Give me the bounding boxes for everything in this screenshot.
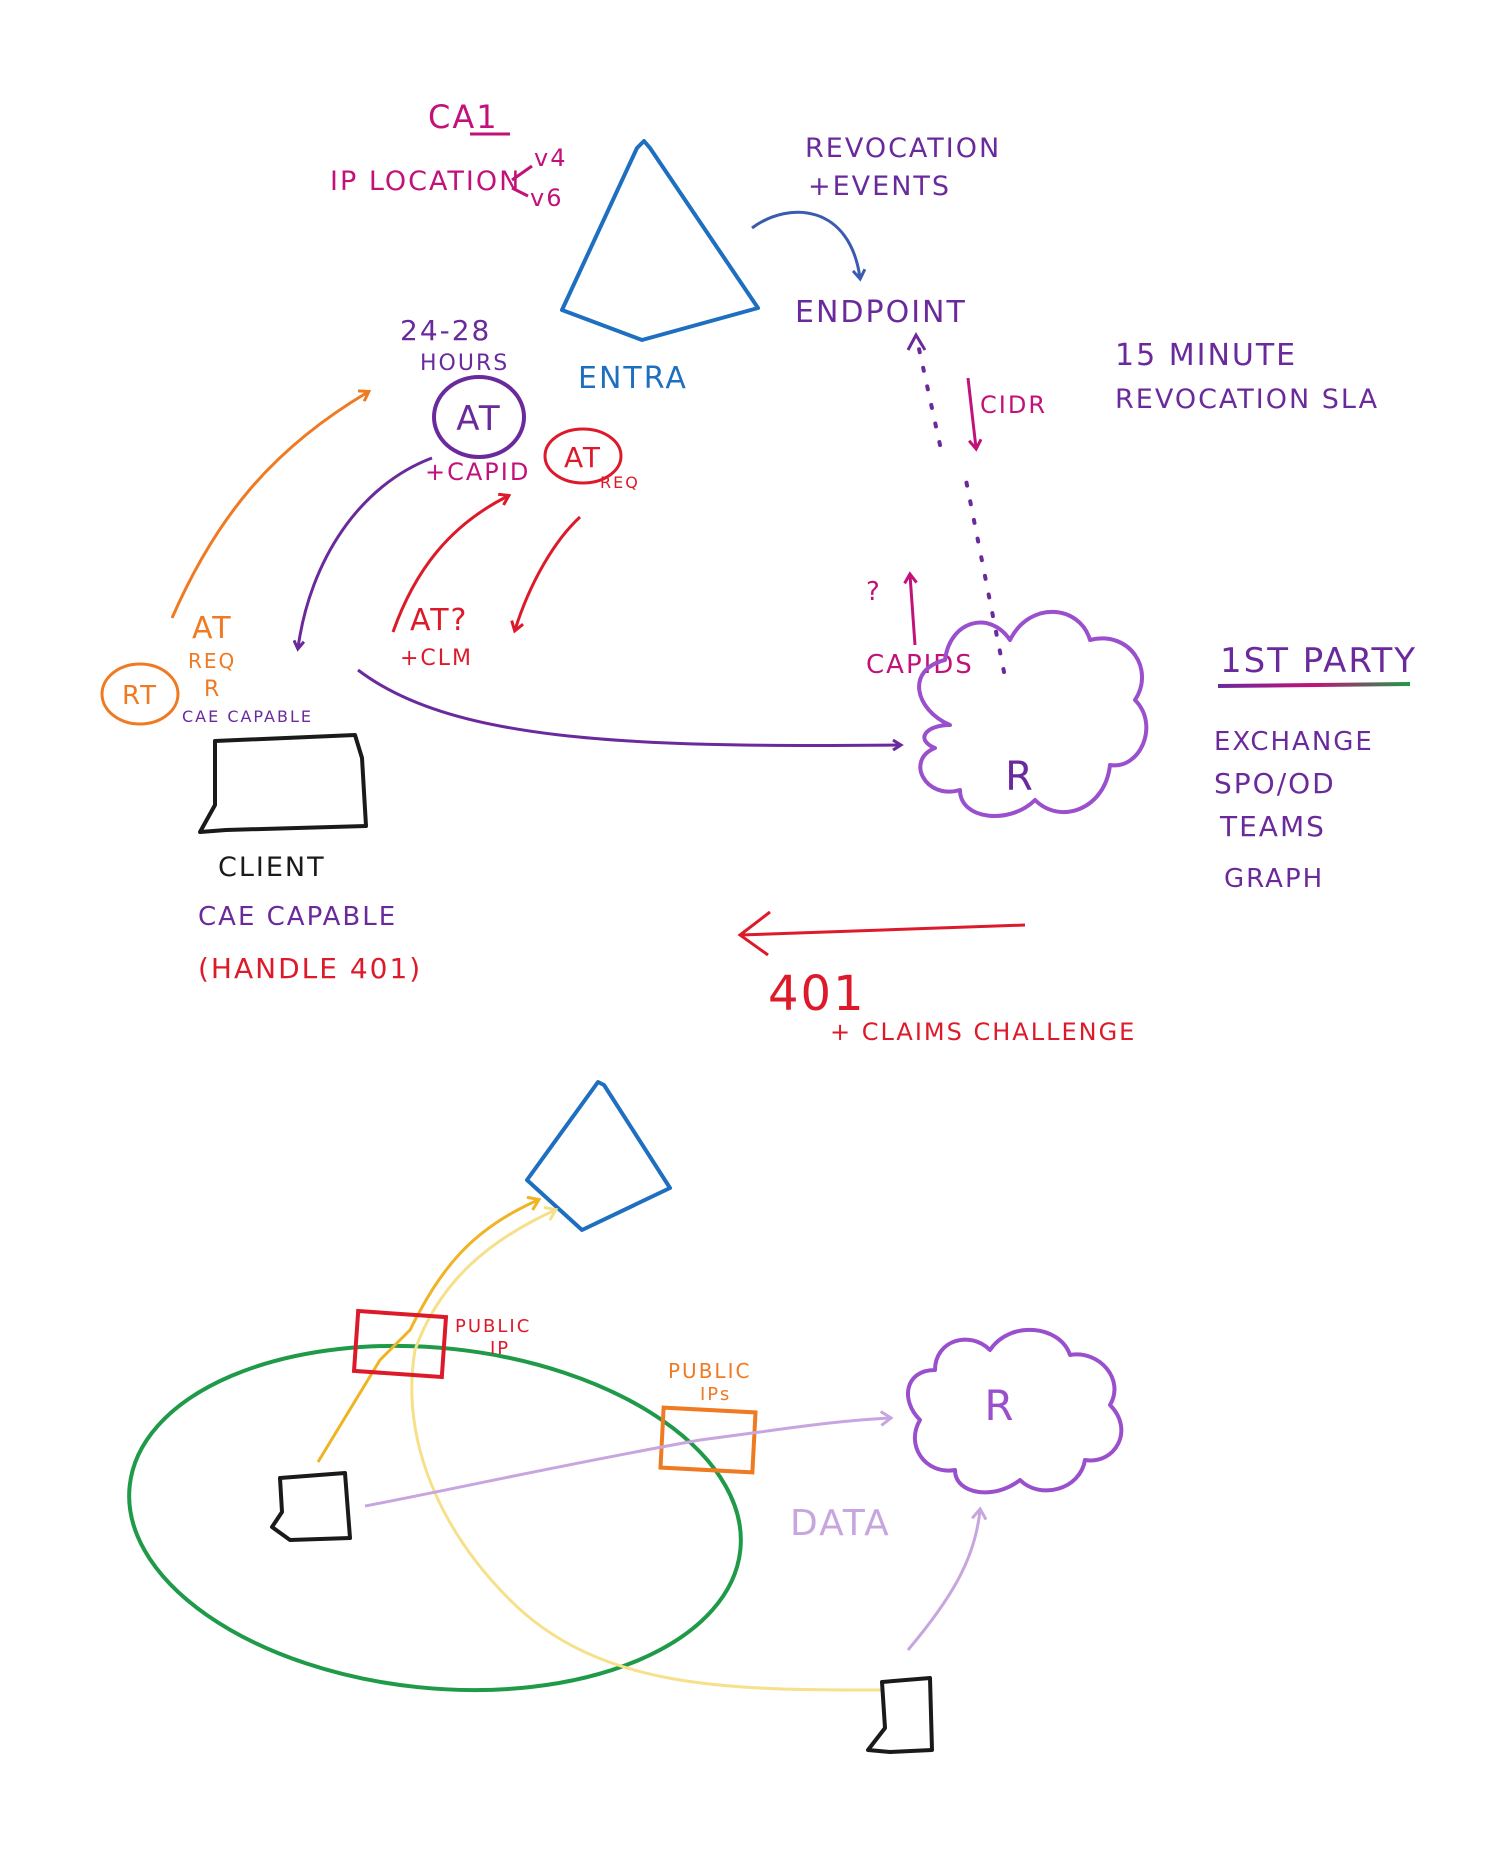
ip-location-label: IP LOCATION bbox=[330, 166, 521, 197]
revocation-events-line2: +EVENTS bbox=[808, 171, 951, 202]
resource-cloud-top: R bbox=[917, 609, 1149, 818]
v4-label: v4 bbox=[534, 144, 567, 172]
public-ips-label-2: IPs bbox=[700, 1384, 731, 1405]
status-401-label: 401 bbox=[768, 966, 866, 1022]
entra-triangle-icon bbox=[560, 139, 760, 342]
public-ips-label: PUBLIC bbox=[668, 1359, 751, 1383]
capid-label: +CAPID bbox=[425, 458, 530, 486]
hours-line1: 24-28 bbox=[400, 314, 491, 347]
data-label: DATA bbox=[790, 1503, 891, 1544]
resource-cloud-bottom: R bbox=[906, 1327, 1124, 1495]
endpoint-label: ENDPOINT bbox=[795, 295, 967, 330]
at-response-down-arrow bbox=[515, 515, 582, 630]
device-to-resource-data-arrow bbox=[364, 1418, 890, 1508]
public-ip-label: PUBLIC bbox=[455, 1316, 531, 1337]
public-ip-label-2: IP bbox=[490, 1338, 510, 1359]
client-to-resource-arrow bbox=[357, 668, 900, 746]
unauthorized-response-arrow bbox=[739, 923, 1026, 937]
capids-up-arrow bbox=[910, 575, 915, 646]
cae-capable-small: CAE CAPABLE bbox=[182, 707, 313, 726]
endpoint-up-arrowhead-icon bbox=[906, 331, 927, 351]
ca-title: CA1 bbox=[428, 98, 499, 136]
ca-policy-note: CA1 IP LOCATION v4 v6 bbox=[330, 98, 567, 212]
revocation-events-line1: REVOCATION bbox=[805, 133, 1001, 164]
client-laptop-icon bbox=[198, 733, 368, 834]
handle-401-label: (HANDLE 401) bbox=[198, 952, 422, 985]
v6-label: v6 bbox=[530, 184, 563, 212]
entra-node: ENTRA bbox=[560, 139, 760, 396]
at-req-side-line1: AT bbox=[192, 611, 233, 646]
first-party-item-teams: TEAMS bbox=[1219, 810, 1326, 843]
access-token-node: AT bbox=[432, 375, 526, 459]
at-question-label: AT? bbox=[410, 603, 468, 638]
first-party-item-spo-od: SPO/OD bbox=[1214, 767, 1336, 800]
claims-challenge-label: + CLAIMS CHALLENGE bbox=[830, 1018, 1136, 1046]
client-label: CLIENT bbox=[218, 852, 326, 883]
cae-capable-label: CAE CAPABLE bbox=[198, 902, 397, 932]
cidr-arrow bbox=[966, 377, 976, 448]
refresh-token-node: RT bbox=[100, 662, 180, 726]
at-request-token-label: AT bbox=[564, 441, 602, 474]
cidr-label: CIDR bbox=[980, 391, 1047, 419]
claim-label: +CLM bbox=[400, 646, 473, 671]
r-to-endpoint-dotted-line bbox=[962, 468, 1006, 674]
hours-line2: HOURS bbox=[420, 351, 509, 376]
first-party-underline bbox=[1217, 682, 1411, 688]
at-request-req-label: REQ bbox=[600, 473, 640, 492]
entra-label: ENTRA bbox=[578, 361, 688, 396]
entra-bottom-icon bbox=[525, 1080, 672, 1232]
question-mark-label: ? bbox=[866, 577, 882, 607]
first-party-item-graph: GRAPH bbox=[1224, 864, 1324, 894]
sla-line1: 15 MINUTE bbox=[1115, 338, 1297, 373]
resource-cloud-label: R bbox=[1005, 754, 1035, 800]
corporate-device-icon bbox=[270, 1471, 352, 1542]
first-party-title: 1ST PARTY bbox=[1220, 641, 1417, 681]
sla-line2: REVOCATION SLA bbox=[1115, 384, 1379, 415]
endpoint-up-dotted-arrow bbox=[914, 333, 942, 447]
access-token-label: AT bbox=[456, 399, 501, 439]
at-req-side-line2: REQ bbox=[188, 649, 236, 673]
client-device bbox=[198, 733, 368, 834]
at-req-side-line3: R bbox=[204, 677, 221, 702]
refresh-to-entra-arrow bbox=[170, 392, 368, 619]
revocation-events-arrow bbox=[751, 210, 860, 278]
remote-to-resource-data-arrow bbox=[906, 1510, 980, 1651]
first-party-item-exchange: EXCHANGE bbox=[1214, 727, 1374, 757]
refresh-token-label: RT bbox=[122, 681, 158, 711]
resource-cloud-bottom-label: R bbox=[984, 1381, 1015, 1430]
whiteboard-canvas: CA1 IP LOCATION v4 v6 ENTRA REVOCATION +… bbox=[100, 98, 1417, 1754]
